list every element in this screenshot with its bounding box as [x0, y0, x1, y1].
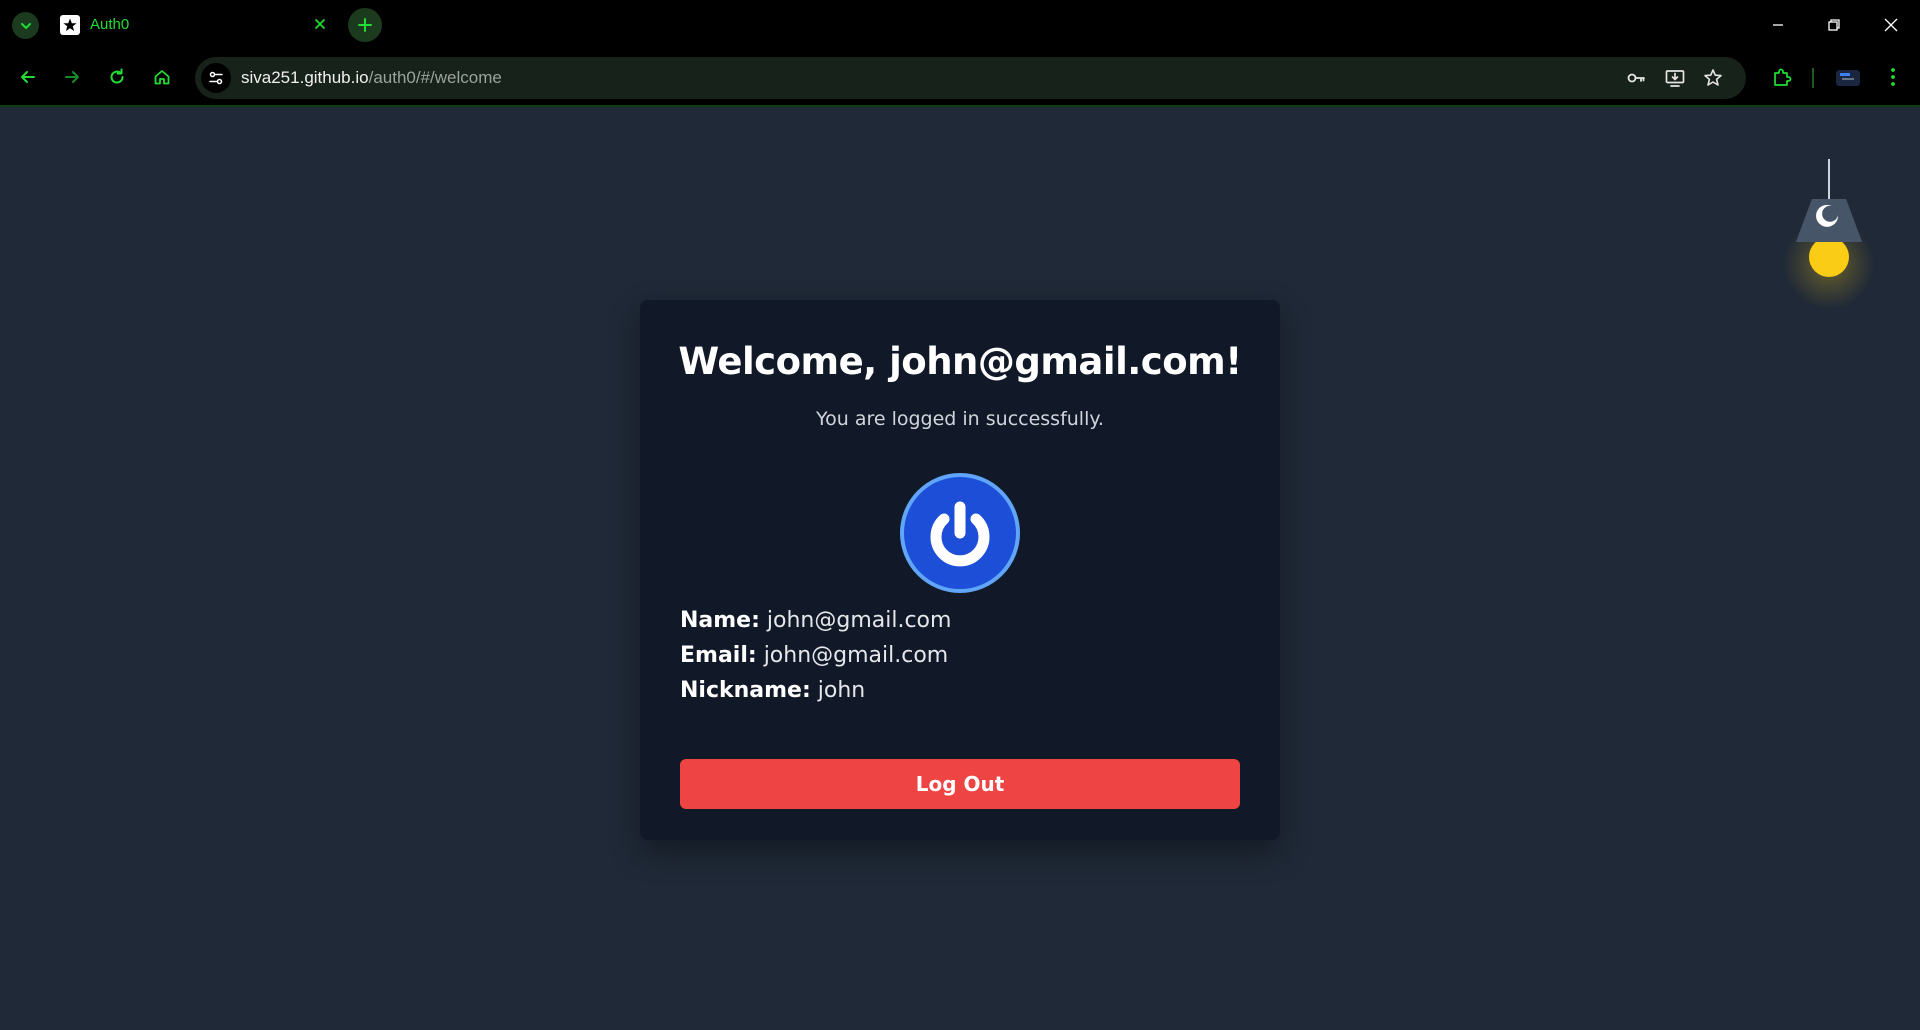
- window-close-button[interactable]: [1871, 8, 1911, 42]
- address-bar[interactable]: siva251.github.io/auth0/#/welcome: [195, 57, 1746, 99]
- reload-icon: [110, 68, 124, 84]
- profile-email-label: Email:: [680, 643, 757, 668]
- minimize-button[interactable]: [1758, 8, 1798, 42]
- welcome-title: Welcome, john@gmail.com!: [678, 340, 1242, 383]
- minimize-icon: [1773, 24, 1783, 26]
- arrow-left-icon: [21, 71, 35, 83]
- lamp-icon: [1796, 159, 1862, 277]
- power-icon: [930, 501, 990, 567]
- arrow-right-icon: [65, 71, 79, 83]
- reload-button[interactable]: [100, 60, 134, 94]
- login-status-text: You are logged in successfully.: [816, 408, 1104, 430]
- install-icon: [1665, 70, 1685, 87]
- restore-icon: [1828, 19, 1840, 31]
- home-icon: [154, 70, 170, 85]
- active-tab[interactable]: Auth0: [50, 5, 342, 50]
- close-icon: [315, 19, 325, 29]
- tab-title: Auth0: [90, 16, 130, 33]
- forward-button[interactable]: [55, 60, 89, 94]
- home-button[interactable]: [145, 60, 179, 94]
- profile-details: Name: john@gmail.com Email: john@gmail.c…: [680, 608, 1240, 713]
- browser-menu-button[interactable]: [1876, 60, 1910, 94]
- profile-name-label: Name:: [680, 608, 760, 633]
- chevron-down-icon: [20, 22, 31, 29]
- tune-icon: [209, 71, 223, 85]
- profile-name-value: john@gmail.com: [766, 608, 952, 633]
- profile-avatar-icon: [1836, 70, 1860, 86]
- close-icon: [1884, 18, 1898, 32]
- password-key-button[interactable]: [1621, 63, 1651, 93]
- site-info-button[interactable]: [201, 63, 231, 93]
- profile-email-row: Email: john@gmail.com: [680, 643, 1240, 678]
- page-content: Welcome, john@gmail.com! You are logged …: [0, 109, 1920, 1030]
- profile-avatar-button[interactable]: [1832, 62, 1864, 94]
- restore-button[interactable]: [1814, 8, 1854, 42]
- puzzle-icon: [1774, 68, 1792, 86]
- extensions-button[interactable]: [1765, 60, 1799, 94]
- tab-search-button[interactable]: [12, 12, 39, 39]
- url-text[interactable]: siva251.github.io/auth0/#/welcome: [241, 68, 502, 88]
- auth0-star-icon: [60, 15, 80, 35]
- avatar: [900, 473, 1020, 593]
- profile-nickname-label: Nickname:: [680, 678, 811, 703]
- toolbar-divider: [1812, 68, 1814, 88]
- key-icon: [1627, 73, 1645, 83]
- profile-nickname-row: Nickname: john: [680, 678, 1240, 713]
- star-icon: [1704, 69, 1722, 86]
- theme-toggle-lamp[interactable]: [1782, 159, 1876, 339]
- profile-nickname-value: john: [817, 678, 866, 703]
- tab-close-button[interactable]: [308, 12, 332, 36]
- plus-icon: [358, 18, 372, 32]
- install-app-button[interactable]: [1660, 63, 1690, 93]
- browser-tab-bar: Auth0: [0, 0, 1920, 50]
- welcome-card: Welcome, john@gmail.com! You are logged …: [640, 300, 1280, 840]
- kebab-menu-icon: [1891, 68, 1895, 86]
- profile-name-row: Name: john@gmail.com: [680, 608, 1240, 643]
- browser-toolbar: siva251.github.io/auth0/#/welcome: [0, 50, 1920, 107]
- url-path: /auth0/#/welcome: [368, 68, 502, 87]
- url-host: siva251.github.io: [241, 68, 369, 87]
- logout-button[interactable]: Log Out: [680, 759, 1240, 809]
- back-button[interactable]: [11, 60, 45, 94]
- bookmark-button[interactable]: [1698, 63, 1728, 93]
- new-tab-button[interactable]: [348, 8, 382, 42]
- profile-email-value: john@gmail.com: [763, 643, 949, 668]
